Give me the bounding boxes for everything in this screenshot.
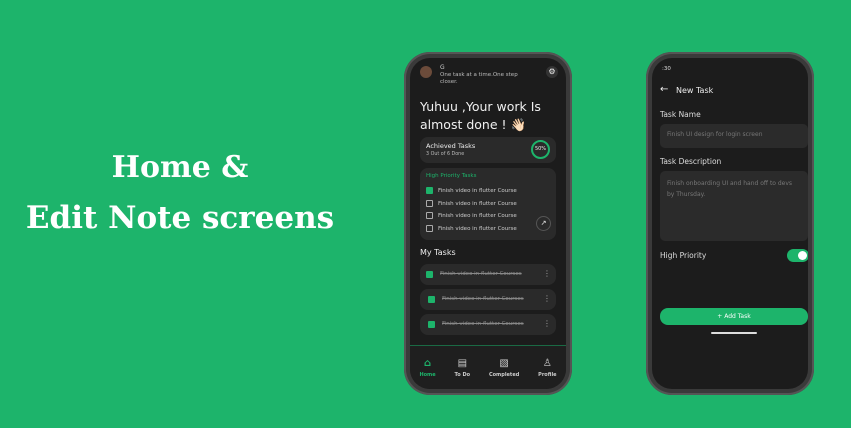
hp-item[interactable]: Finish video in flutter Course (426, 210, 517, 223)
high-priority-label: High Priority (660, 251, 707, 260)
more-icon[interactable]: ⋮ (543, 319, 551, 328)
task-row[interactable]: Finish video in flutter Courses ⋮ (420, 289, 556, 310)
back-arrow-icon[interactable]: ← (660, 84, 668, 95)
greeting: Yuhuu ,Your work Is almost done ! 👋🏻 (420, 99, 541, 132)
task-label: Finish video in flutter Courses (440, 271, 522, 277)
task-label: Finish video in flutter Courses (442, 321, 524, 327)
task-row[interactable]: Finish video in flutter Courses ⋮ (420, 314, 556, 335)
page-title: New Task (676, 86, 714, 95)
hp-item-label: Finish video in flutter Course (438, 188, 517, 194)
progress-ring: 50% (531, 140, 550, 159)
nav-completed[interactable]: ▧ Completed (489, 358, 519, 378)
task-row[interactable]: Finish video in flutter Courses ⋮ (420, 264, 556, 285)
completed-icon: ▧ (499, 357, 509, 369)
tagline: One task at a time.One step closer. (440, 72, 518, 85)
headline-line1: Home & (111, 150, 249, 185)
task-label: Finish video in flutter Courses (442, 296, 524, 302)
high-priority-list: Finish video in flutter Course Finish vi… (426, 185, 517, 235)
hp-item-label: Finish video in flutter Course (438, 225, 517, 232)
user-initial: G (440, 64, 445, 71)
nav-profile[interactable]: ♙ Profile (538, 358, 556, 378)
home-indicator (711, 332, 757, 334)
nav-todo[interactable]: ▤ To Do (455, 358, 471, 378)
achieved-title: Achieved Tasks (426, 142, 476, 150)
high-priority-title: High Priority Tasks (426, 173, 477, 179)
status-time: :30 (662, 66, 671, 72)
settings-icon[interactable]: ⚙ (546, 66, 558, 78)
headline-line2: Edit Note screens (25, 200, 335, 236)
checkbox[interactable] (426, 212, 433, 219)
achieved-card: Achieved Tasks 3 Out of 6 Done 50% (420, 137, 556, 163)
task-name-label: Task Name (660, 110, 701, 119)
hp-item-label: Finish video in flutter Course (438, 200, 517, 207)
hp-item[interactable]: Finish video in flutter Course (426, 185, 517, 198)
checkbox[interactable] (426, 224, 433, 232)
checkbox-checked[interactable] (428, 321, 435, 328)
hp-item-label: Finish video in flutter Course (438, 213, 517, 219)
profile-icon: ♙ (542, 357, 552, 369)
hp-item[interactable]: Finish video in flutter Course (426, 198, 517, 211)
open-arrow-icon[interactable]: ↗ (536, 216, 551, 231)
my-tasks-title: My Tasks (420, 248, 456, 257)
home-icon: ⌂ (423, 357, 432, 369)
task-description-input[interactable]: Finish onboarding UI and hand off to dev… (660, 171, 808, 241)
add-task-label: Add Task (724, 313, 751, 320)
checkbox-checked[interactable] (428, 296, 435, 303)
bottom-nav: ⌂ Home ▤ To Do ▧ Completed ♙ Profile (410, 345, 566, 389)
edit-phone: :30 ← New Task Task Name Finish UI desig… (646, 52, 814, 395)
checkbox[interactable] (426, 199, 433, 207)
high-priority-card: High Priority Tasks Finish video in flut… (420, 168, 556, 240)
home-screen: G One task at a time.One step closer. ⚙ … (410, 58, 566, 389)
achieved-subtitle: 3 Out of 6 Done (426, 152, 465, 157)
checkbox-checked[interactable] (426, 271, 433, 278)
edit-screen: :30 ← New Task Task Name Finish UI desig… (652, 58, 808, 389)
hp-item[interactable]: Finish video in flutter Course (426, 223, 517, 236)
add-task-button[interactable]: + Add Task (660, 308, 808, 325)
task-name-input[interactable]: Finish UI design for login screen (660, 124, 808, 148)
checkbox-checked[interactable] (426, 187, 433, 194)
avatar (420, 66, 432, 78)
nav-home[interactable]: ⌂ Home (419, 358, 435, 378)
home-phone: G One task at a time.One step closer. ⚙ … (404, 52, 572, 395)
more-icon[interactable]: ⋮ (543, 269, 551, 278)
task-description-label: Task Description (660, 157, 722, 166)
more-icon[interactable]: ⋮ (543, 294, 551, 303)
high-priority-toggle[interactable] (787, 249, 808, 262)
todo-icon: ▤ (457, 357, 468, 369)
